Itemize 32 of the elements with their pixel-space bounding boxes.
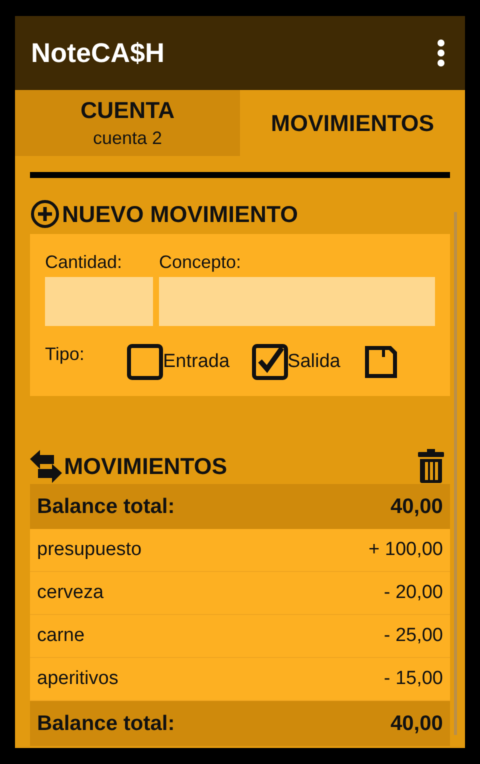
field-label: Concepto:: [159, 252, 242, 273]
amount-text: 40,00: [390, 494, 443, 518]
menu-icon: [437, 39, 445, 67]
concept-field[interactable]: [159, 277, 435, 326]
concept-text: cerveza: [37, 582, 104, 604]
amount-text: 40,00: [390, 712, 443, 736]
amount-field[interactable]: [45, 277, 153, 326]
concept-text: carne: [37, 625, 85, 647]
field-label: Cantidad:: [45, 252, 124, 273]
section-title: MOVIMIENTOS: [64, 452, 228, 480]
tab[interactable]: CUENTA cuenta 2: [15, 90, 240, 156]
save-button[interactable]: [364, 345, 398, 379]
app-title: NoteCA$H: [31, 38, 165, 68]
concept-text: aperitivos: [37, 668, 118, 690]
option-label: Salida: [288, 351, 340, 373]
amount-text: - 20,00: [384, 582, 443, 604]
checkbox[interactable]: [252, 344, 288, 380]
concept-text: Balance total:: [37, 712, 175, 736]
save-icon: [364, 345, 398, 379]
trash-icon: [418, 449, 444, 483]
concept-text: Balance total:: [37, 494, 175, 518]
option-label: Entrada: [163, 351, 230, 373]
concept-text: presupuesto: [37, 539, 142, 561]
section-title: NUEVO MOVIMIENTO: [62, 200, 298, 228]
checkbox[interactable]: [127, 344, 163, 380]
amount-text: - 15,00: [384, 668, 443, 690]
add-icon: [30, 199, 60, 229]
amount-text: - 25,00: [384, 625, 443, 647]
swap-arrows-icon: [30, 449, 62, 483]
amount-text: + 100,00: [368, 539, 443, 561]
delete-button[interactable]: [418, 449, 444, 483]
type-label: Tipo:: [45, 344, 86, 365]
